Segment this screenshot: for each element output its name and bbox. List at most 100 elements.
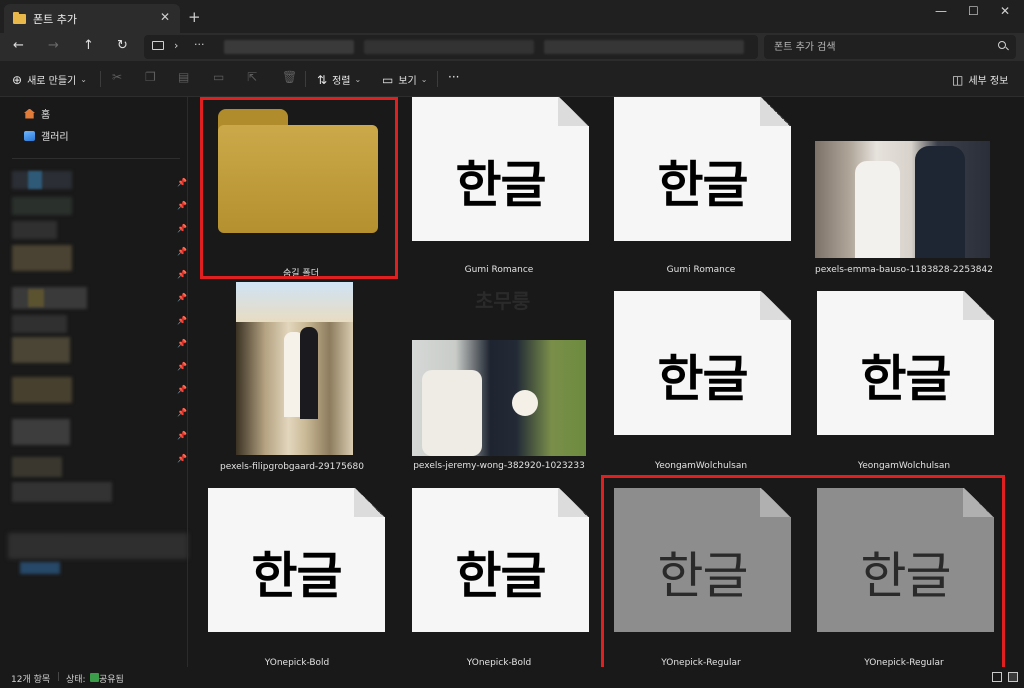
pin-icon: 📌 [177,385,187,394]
font-preview: 한글 [657,350,749,408]
file-name: YeongamWolchulsan [857,461,951,471]
delete-icon[interactable]: 🗑 [282,70,297,84]
redacted-path [224,40,354,54]
search-box[interactable] [764,35,1016,59]
chevron-down-icon: ⌄ [354,75,362,84]
watermark: 초무룽 [475,289,531,313]
new-button[interactable]: ⊕ 새로 만들기 ⌄ [12,72,87,88]
maximize-button[interactable]: ☐ [968,4,979,18]
details-pane-button[interactable]: ◫ 세부 정보 [952,72,1008,88]
rename-icon[interactable]: ▭ [213,70,224,84]
tab-title: 폰트 추가 [33,12,77,26]
photo-detail [855,161,900,258]
font-preview: 한글 [657,156,749,214]
photo-thumbnail [815,141,990,258]
redacted-sidebar-item[interactable] [12,482,112,502]
share-icon[interactable]: ⇱ [247,70,257,84]
page-fold [760,97,791,126]
redacted-sidebar-item[interactable] [12,197,72,215]
font-preview: 한글 [455,156,547,214]
redacted-sidebar-item [28,171,42,189]
font-file-icon: 한글 [208,488,385,632]
view-button[interactable]: ▭ 보기 ⌄ [382,72,427,88]
refresh-button[interactable]: ↻ [117,38,128,53]
copy-icon[interactable]: ❐ [145,70,156,84]
page-fold [354,488,385,517]
cut-icon[interactable]: ✂ [112,70,122,84]
pin-icon: 📌 [177,454,187,463]
pin-icon: 📌 [177,362,187,371]
redacted-sidebar-item[interactable] [12,457,62,477]
details-pane-icon: ◫ [952,72,964,87]
file-name: pexels-jeremy-wong-382920-1023233 [413,461,585,471]
file-name: YeongamWolchulsan [654,461,748,471]
pin-icon: 📌 [177,270,187,279]
file-grid: 숨길 폴더 한글 Gumi Romance 한글 Gumi Romance pe… [190,97,1012,675]
pin-icon: 📌 [177,201,187,210]
redacted-sidebar-item[interactable] [12,287,87,309]
redacted-sidebar-item[interactable] [12,419,70,445]
minimize-button[interactable]: — [935,4,947,18]
divider [12,158,180,159]
paste-icon[interactable]: ▤ [178,70,189,84]
redacted-sidebar-item[interactable] [12,221,57,239]
shared-icon [90,673,99,682]
address-bar[interactable]: › ··· [144,35,758,59]
file-name: Gumi Romance [666,265,736,275]
redacted-sidebar-item[interactable] [12,337,70,363]
forward-button[interactable]: → [48,38,59,53]
photo-detail [512,390,538,416]
redacted-sidebar-item [28,289,44,307]
redacted-sidebar-item[interactable] [12,245,72,271]
sidebar-item-home[interactable]: 홈 [24,106,50,121]
back-button[interactable]: ← [13,38,24,53]
font-file-item[interactable]: 한글 YeongamWolchulsan [612,291,791,471]
plus-circle-icon: ⊕ [12,72,23,87]
pin-icon: 📌 [177,339,187,348]
font-file-icon: 한글 [412,97,589,241]
pin-icon: 📌 [177,316,187,325]
font-file-item[interactable]: 한글 YOnepick-Bold [208,488,386,668]
pin-icon: 📌 [177,408,187,417]
new-tab-button[interactable]: + [188,8,201,26]
up-button[interactable]: ↑ [83,38,94,53]
close-window-button[interactable]: ✕ [1000,4,1010,18]
search-input[interactable] [774,39,984,55]
image-file-item[interactable]: pexels-emma-bauso-1183828-2253842 [815,141,993,277]
more-options-button[interactable]: ··· [448,70,459,84]
file-name: pexels-emma-bauso-1183828-2253842 [815,265,993,275]
tab-current[interactable]: 폰트 추가 ✕ [4,4,180,33]
redacted-sidebar-item[interactable] [8,533,188,559]
search-icon[interactable] [998,41,1006,49]
chevron-right-icon[interactable]: › [174,39,178,52]
page-fold [558,97,589,126]
font-file-icon: 한글 [614,97,791,241]
close-tab-icon[interactable]: ✕ [160,10,170,24]
highlight-box [601,475,1005,675]
redacted-path [364,40,534,54]
address-toolbar: ← → ↑ ↻ › ··· [0,33,1024,61]
font-file-item[interactable]: 한글 YeongamWolchulsan [815,291,994,471]
home-icon [24,108,35,119]
redacted-sidebar-item[interactable] [12,171,72,189]
divider [305,71,306,87]
font-file-item[interactable]: 한글 YOnepick-Bold [410,488,589,668]
status-bar: 12개 항목 | 상태: 공유됨 [0,667,1024,688]
breadcrumb-overflow-button[interactable]: ··· [194,38,205,51]
image-file-item[interactable]: pexels-filipgrobgaard-29175680 [220,282,408,472]
font-file-item[interactable]: 한글 Gumi Romance [612,97,791,277]
image-file-item[interactable]: pexels-jeremy-wong-382920-1023233 [410,340,588,472]
divider [100,71,101,87]
view-icon: ▭ [382,72,394,87]
sort-button[interactable]: ⇅ 정렬 ⌄ [317,72,362,88]
redacted-sidebar-item[interactable] [12,315,67,333]
redacted-sidebar-item[interactable] [12,377,72,403]
chevron-down-icon: ⌄ [80,75,87,84]
font-file-item[interactable]: 한글 Gumi Romance [410,97,589,277]
details-view-icon[interactable] [992,672,1002,682]
sidebar-item-gallery[interactable]: 갤러리 [24,128,69,143]
pin-icon: 📌 [177,247,187,256]
large-icons-view-icon[interactable] [1008,672,1018,682]
font-file-icon: 한글 [412,488,589,632]
page-fold [760,291,791,320]
